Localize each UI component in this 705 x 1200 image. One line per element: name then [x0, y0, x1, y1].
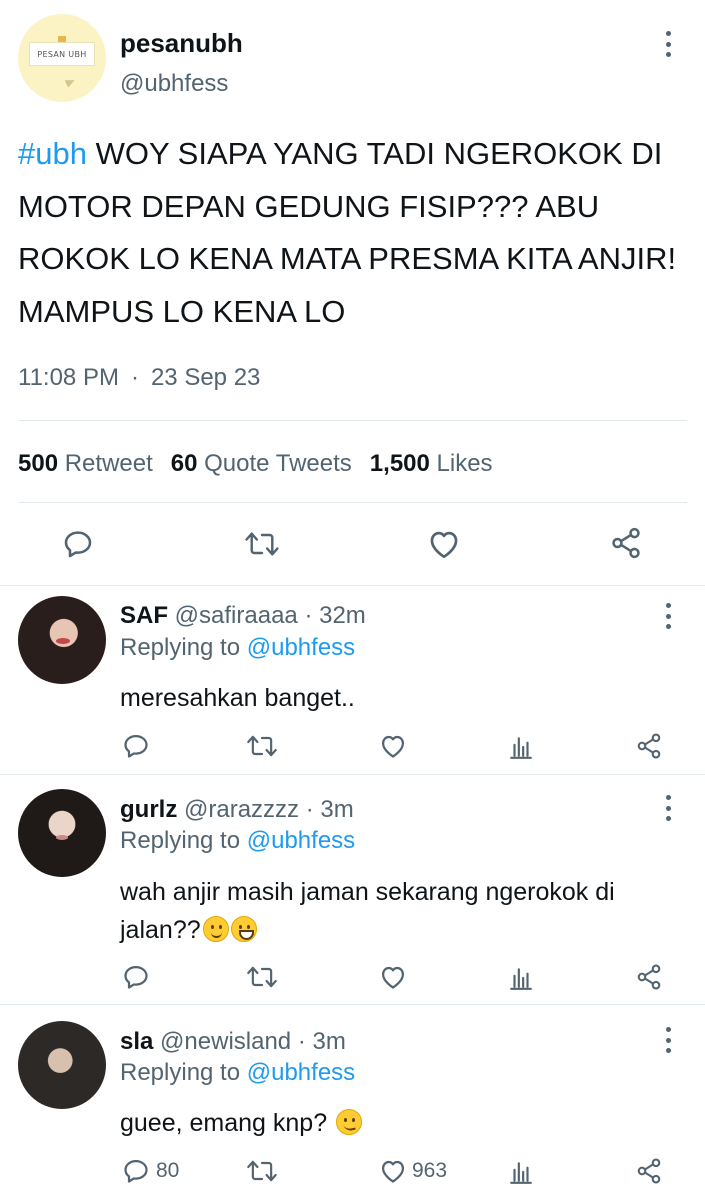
like-icon[interactable] — [427, 528, 461, 560]
user-handle[interactable]: @rarazzzz — [184, 796, 299, 823]
slightly-smiling-face-emoji — [202, 916, 229, 942]
reply-text: meresahkan banget.. — [120, 684, 355, 712]
tweet-time: 11:08 PM — [18, 364, 119, 391]
reply-text: wah anjir masih jaman sekarang ngerokok … — [120, 878, 615, 944]
more-options-icon[interactable] — [663, 795, 673, 821]
tweet-text: #ubh WOY SIAPA YANG TADI NGEROKOK DI MOT… — [18, 128, 688, 338]
reply-header: sla @newisland · 3m — [120, 1028, 346, 1056]
user-handle[interactable]: @ubhfess — [120, 70, 228, 98]
share-icon[interactable] — [635, 963, 663, 991]
reply-icon[interactable] — [122, 1157, 150, 1185]
avatar[interactable] — [18, 596, 106, 684]
display-name[interactable]: gurlz — [120, 796, 177, 823]
mention-link[interactable]: @ubhfess — [247, 827, 355, 854]
like-icon[interactable] — [379, 733, 407, 759]
tweet-timestamp[interactable]: 11:08 PM · 23 Sep 23 — [18, 364, 260, 392]
display-name[interactable]: pesanubh — [120, 28, 243, 59]
reply-header: SAF @safiraaaa · 32m — [120, 602, 366, 630]
likes-stat[interactable]: 1,500 Likes — [370, 450, 493, 477]
retweet-icon[interactable] — [246, 732, 278, 760]
divider — [18, 420, 687, 421]
tweet-body: WOY SIAPA YANG TADI NGEROKOK DI MOTOR DE… — [18, 136, 677, 329]
time-separator: · — [130, 364, 139, 391]
reply-text: guee, emang knp? — [120, 1104, 680, 1142]
retweet-icon[interactable] — [244, 528, 280, 560]
replying-to: Replying to @ubhfess — [120, 827, 356, 854]
divider — [18, 502, 687, 503]
reply-count: 80 — [156, 1159, 180, 1182]
retweet-stat[interactable]: 500 Retweet — [18, 450, 153, 477]
tweet-date: 23 Sep 23 — [150, 364, 261, 391]
reply-tweet: SAF @safiraaaa · 32m Replying to @ubhfes… — [0, 586, 705, 774]
woozy-face-emoji — [336, 1109, 363, 1135]
like-icon[interactable] — [379, 1158, 407, 1184]
display-name[interactable]: SAF — [120, 602, 168, 629]
display-name[interactable]: sla — [120, 1028, 153, 1055]
avatar[interactable]: PESAN UBH — [18, 14, 106, 102]
user-handle[interactable]: @safiraaaa — [175, 602, 298, 629]
reply-icon[interactable] — [122, 732, 150, 760]
share-icon[interactable] — [635, 1157, 663, 1185]
analytics-icon[interactable] — [508, 734, 534, 760]
reply-tweet: sla @newisland · 3m Replying to @ubhfess… — [0, 1005, 705, 1200]
time-ago: · 3m — [297, 1028, 346, 1055]
avatar[interactable] — [18, 1021, 106, 1109]
more-options-icon[interactable] — [663, 31, 673, 57]
more-options-icon[interactable] — [663, 603, 673, 629]
replying-to: Replying to @ubhfess — [120, 1059, 356, 1086]
time-ago: · 3m — [305, 796, 354, 823]
reply-icon[interactable] — [62, 528, 94, 560]
more-options-icon[interactable] — [663, 1027, 673, 1053]
replying-to: Replying to @ubhfess — [120, 634, 356, 661]
analytics-icon[interactable] — [508, 965, 534, 991]
analytics-icon[interactable] — [508, 1159, 534, 1185]
quote-stat[interactable]: 60 Quote Tweets — [171, 450, 352, 477]
like-count: 963 — [412, 1159, 448, 1182]
tweet-stats: 500 Retweet 60 Quote Tweets 1,500 Likes — [18, 450, 493, 478]
hashtag-link[interactable]: #ubh — [18, 136, 87, 171]
retweet-icon[interactable] — [246, 1157, 278, 1185]
grinning-face-emoji — [230, 916, 257, 942]
reply-icon[interactable] — [122, 963, 150, 991]
user-handle[interactable]: @newisland — [160, 1028, 291, 1055]
share-icon[interactable] — [609, 526, 643, 560]
paper-plane-icon — [64, 76, 77, 88]
reply-header: gurlz @rarazzzz · 3m — [120, 796, 354, 824]
avatar[interactable] — [18, 789, 106, 877]
mention-link[interactable]: @ubhfess — [247, 1059, 355, 1086]
avatar-card: PESAN UBH — [29, 42, 95, 66]
reply-tweet: gurlz @rarazzzz · 3m Replying to @ubhfes… — [0, 775, 705, 1004]
like-icon[interactable] — [379, 964, 407, 990]
mention-link[interactable]: @ubhfess — [247, 634, 355, 661]
retweet-icon[interactable] — [246, 963, 278, 991]
time-ago: · 32m — [304, 602, 366, 629]
share-icon[interactable] — [635, 732, 663, 760]
avatar-text: PESAN UBH — [37, 49, 87, 59]
main-tweet: PESAN UBH pesanubh @ubhfess #ubh WOY SIA… — [0, 0, 705, 585]
